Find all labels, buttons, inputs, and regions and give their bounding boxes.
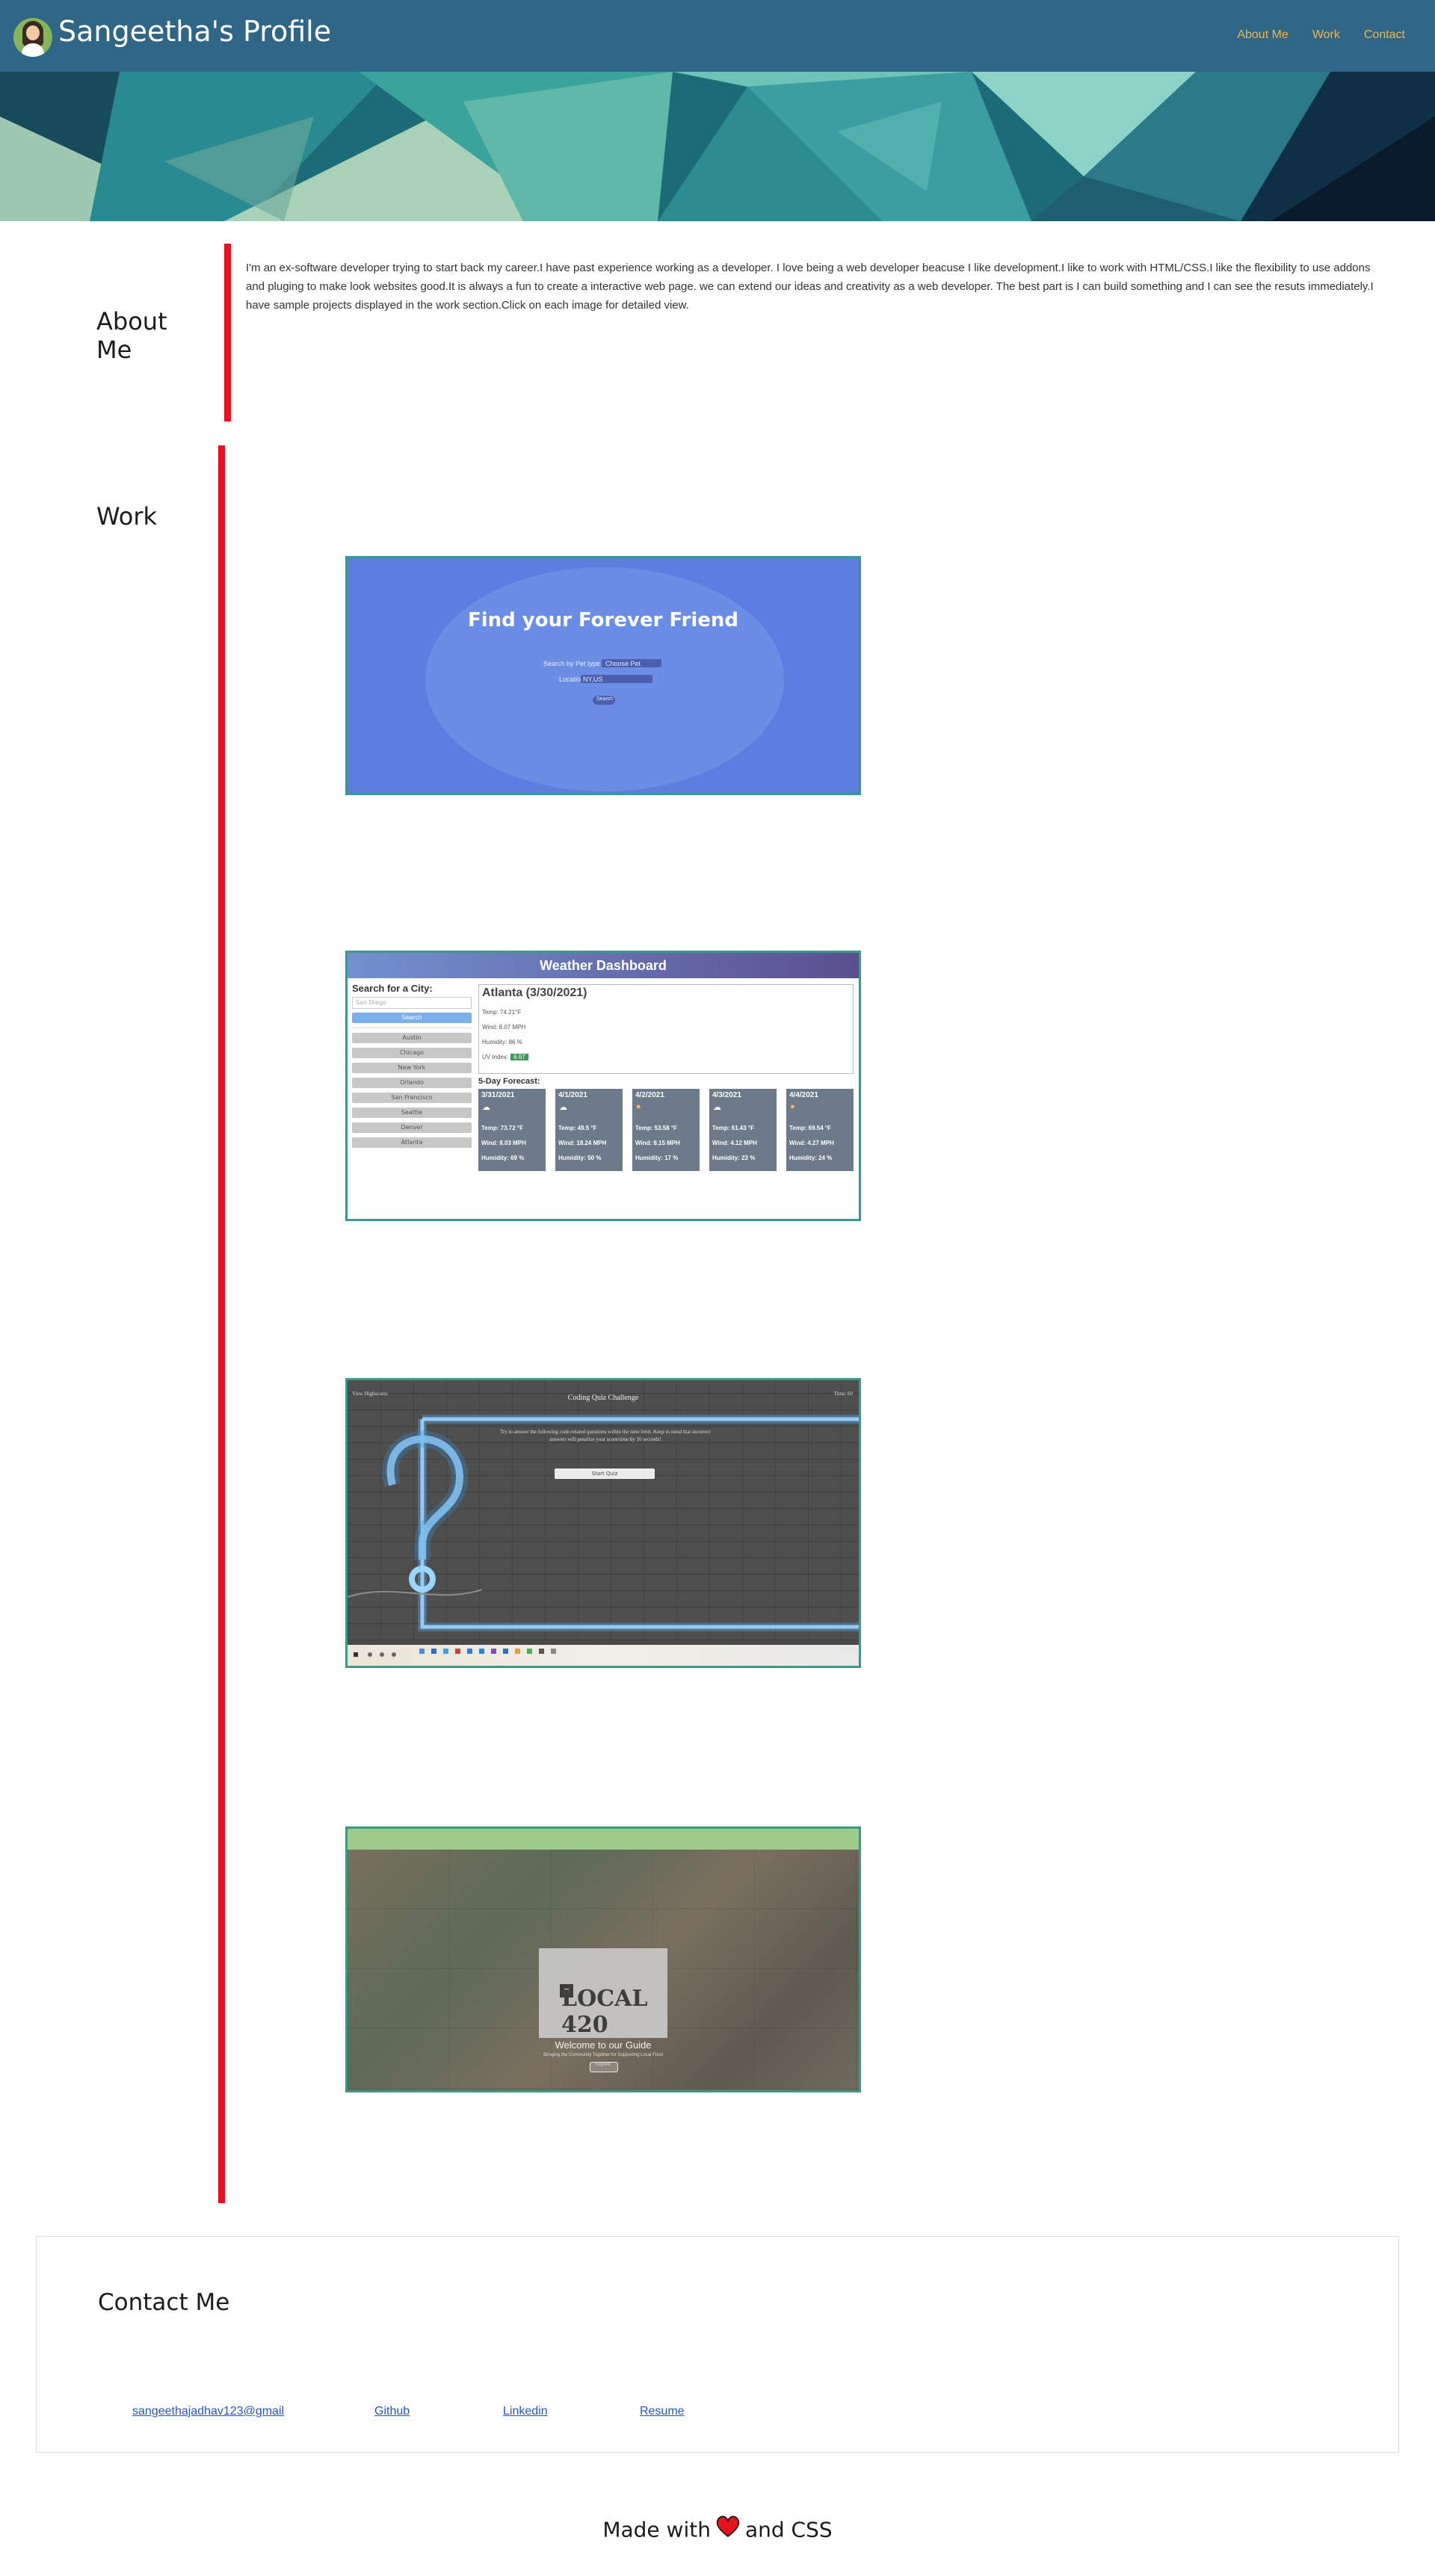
city-history-item: Denver	[352, 1122, 472, 1133]
email-link[interactable]: sangeethajadhav123@gmail	[132, 2405, 284, 2418]
sun-icon: ●	[790, 1102, 795, 1111]
project-title: Find your Forever Friend	[467, 609, 739, 631]
forecast-date: 4/2/2021	[635, 1091, 664, 1099]
work-heading: Work	[96, 502, 158, 531]
project-card-pet-finder[interactable]: Find your Forever Friend Search by Pet t…	[345, 556, 861, 795]
local-420-logo: LOCAL 420	[539, 1948, 667, 2038]
city-history-item: Seattle	[352, 1108, 472, 1118]
forecast-date: 4/4/2021	[789, 1091, 818, 1099]
contact-heading: Contact Me	[98, 2289, 230, 2316]
welcome-heading: Welcome to our Guide	[555, 2039, 652, 2051]
welcome-subtitle: Bringing the Community Together for Supp…	[543, 2053, 663, 2057]
pet-type-value: Choose Pet	[605, 660, 641, 667]
forecast-humidity: Humidity: 17 %	[635, 1155, 679, 1161]
work-accent-bar	[218, 445, 225, 2203]
city-history-item: Austin	[352, 1033, 472, 1043]
about-text: I'm an ex-software developer trying to s…	[246, 262, 1374, 312]
search-button-label: Search	[596, 696, 614, 702]
forecast-card: 3/31/2021 ☁ Temp: 73.72 °F Wind: 8.03 MP…	[478, 1089, 546, 1171]
uv-index-label: UV Index:	[482, 1054, 509, 1060]
explore-button-label: Explore	[595, 2063, 611, 2067]
current-temp: Temp: 74.21°F	[482, 1009, 522, 1016]
main-nav: About Me Work Contact	[1237, 28, 1405, 42]
site-navbar	[348, 1829, 859, 1850]
forecast-card: 4/1/2021 ☁ Temp: 49.5 °F Wind: 18.24 MPH…	[555, 1089, 623, 1171]
search-button: Search	[352, 1013, 472, 1023]
hero-banner	[0, 72, 1435, 221]
location-value: NY,US	[583, 676, 603, 683]
forecast-wind: Wind: 18.24 MPH	[558, 1140, 607, 1146]
linkedin-link[interactable]: Linkedin	[503, 2405, 548, 2418]
city-history-item: Chicago	[352, 1048, 472, 1058]
current-weather-panel: Atlanta (3/30/2021) Temp: 74.21°F Wind: …	[478, 984, 854, 1074]
sun-icon: ●	[636, 1102, 641, 1111]
forecast-humidity: Humidity: 24 %	[789, 1155, 833, 1161]
site-title: Sangeetha's Profile	[58, 15, 332, 48]
forecast-wind: Wind: 4.27 MPH	[789, 1140, 834, 1146]
project-title: Weather Dashboard	[348, 953, 859, 978]
hero-polygon-background	[0, 72, 1435, 221]
project-title: Coding Quiz Challenge	[567, 1394, 639, 1402]
forecast-date: 3/31/2021	[481, 1091, 515, 1099]
search-label: Search for a City:	[352, 983, 433, 994]
city-search-input: San Diego	[352, 997, 472, 1009]
cloud-icon: ☁	[713, 1103, 721, 1112]
forecast-title: 5-Day Forecast:	[478, 1077, 540, 1086]
project-card-coding-quiz[interactable]: View Highscores Time: 60 Coding Quiz Cha…	[345, 1378, 861, 1668]
rain-cloud-icon: ☁	[482, 1103, 490, 1112]
forecast-wind: Wind: 8.03 MPH	[481, 1140, 526, 1146]
neon-question-mark-image	[348, 1415, 859, 1631]
city-search-panel: Search for a City: San Diego Search Aust…	[352, 983, 472, 1148]
contact-section: Contact Me sangeethajadhav123@gmail Gith…	[36, 2236, 1399, 2453]
footer: Made with and CSS	[0, 2515, 1435, 2547]
city-history-item: San Francisco	[352, 1093, 472, 1103]
city-history-item: Atlanta	[352, 1137, 472, 1148]
footer-and-css: and CSS	[744, 2517, 833, 2542]
forecast-temp: Temp: 49.5 °F	[558, 1125, 597, 1131]
nav-link-work[interactable]: Work	[1312, 28, 1340, 42]
forecast-humidity: Humidity: 50 %	[558, 1155, 602, 1161]
uv-index-badge: 6.67	[510, 1054, 528, 1060]
project-card-local-420[interactable]: LOCAL 420 Welcome to our Guide Bringing …	[345, 1826, 861, 2092]
current-wind: Wind: 8.07 MPH	[482, 1024, 526, 1031]
resume-link[interactable]: Resume	[640, 2405, 685, 2418]
nav-link-about-me[interactable]: About Me	[1237, 28, 1288, 42]
pet-type-label: Search by Pet type	[543, 660, 601, 667]
forecast-date: 4/1/2021	[558, 1091, 587, 1099]
rain-cloud-icon: ☁	[559, 1103, 567, 1112]
about-heading: About Me	[96, 307, 167, 364]
nav-link-contact[interactable]: Contact	[1364, 28, 1405, 42]
forecast-humidity: Humidity: 69 %	[481, 1155, 525, 1161]
project-card-weather-dashboard[interactable]: Weather Dashboard Search for a City: San…	[345, 951, 861, 1221]
city-history-item: New York	[352, 1063, 472, 1073]
forecast-temp: Temp: 61.43 °F	[712, 1125, 754, 1131]
forecast-wind: Wind: 8.15 MPH	[635, 1140, 680, 1146]
logo-text: LOCAL 420	[561, 1986, 648, 2038]
quiz-description: Try to answer the following code-related…	[499, 1429, 711, 1442]
forecast-temp: Temp: 53.58 °F	[635, 1125, 677, 1131]
forecast-date: 4/3/2021	[712, 1091, 741, 1099]
city-history-item: Orlando	[352, 1078, 472, 1088]
forecast-temp: Temp: 69.54 °F	[789, 1125, 831, 1131]
avatar	[13, 18, 52, 57]
uv-index: UV Index: 6.67	[482, 1054, 528, 1060]
current-city-date: Atlanta (3/30/2021)	[482, 986, 587, 999]
footer-made-with: Made with	[602, 2517, 711, 2542]
github-link[interactable]: Github	[374, 2405, 410, 2418]
forecast-card: 4/4/2021 ● Temp: 69.54 °F Wind: 4.27 MPH…	[786, 1089, 854, 1171]
forecast-temp: Temp: 73.72 °F	[481, 1125, 523, 1131]
os-taskbar	[348, 1645, 859, 1666]
taskbar-icons	[354, 1649, 556, 1657]
forecast-wind: Wind: 4.12 MPH	[712, 1140, 757, 1146]
about-accent-bar	[224, 244, 231, 421]
start-quiz-button: Start Quiz	[555, 1468, 655, 1479]
forecast-humidity: Humidity: 23 %	[712, 1155, 756, 1161]
top-navbar: Sangeetha's Profile About Me Work Contac…	[0, 0, 1435, 72]
heart-icon	[715, 2515, 741, 2542]
forecast-card: 4/2/2021 ● Temp: 53.58 °F Wind: 8.15 MPH…	[632, 1089, 700, 1171]
forecast-card: 4/3/2021 ☁ Temp: 61.43 °F Wind: 4.12 MPH…	[709, 1089, 777, 1171]
current-humidity: Humidity: 86 %	[482, 1039, 522, 1045]
